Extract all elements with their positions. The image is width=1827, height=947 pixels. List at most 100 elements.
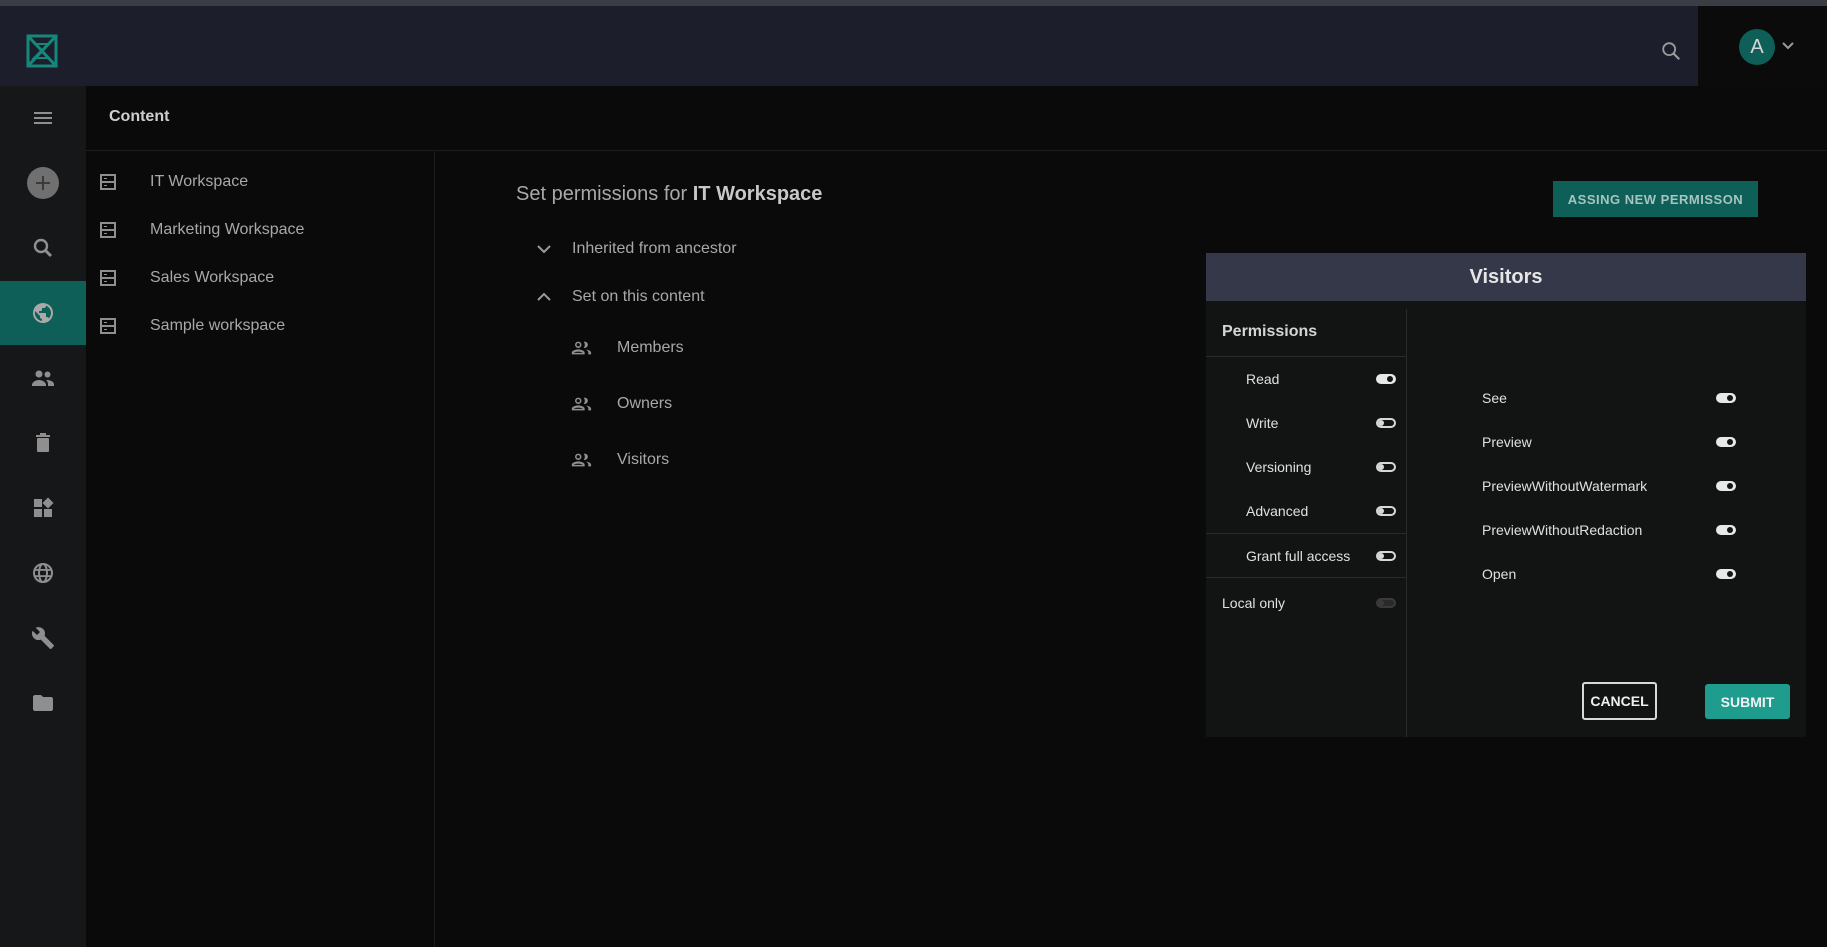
toggle-switch[interactable] (1716, 393, 1736, 403)
group-item-members[interactable]: Members (570, 335, 684, 361)
language-icon (33, 563, 53, 583)
sidebar-item-search[interactable] (0, 216, 86, 280)
dialog-column-divider (1406, 309, 1407, 737)
people-icon (32, 370, 54, 386)
option-label: Versioning (1246, 459, 1312, 475)
divider (1206, 356, 1406, 357)
wrench-icon (31, 627, 54, 649)
chevron-up-icon (537, 292, 551, 301)
workspace-label: Marketing Workspace (150, 221, 305, 238)
grant-full-access-option[interactable]: Grant full access (1246, 544, 1396, 568)
permission-option-read[interactable]: Read (1246, 367, 1396, 391)
option-label: PreviewWithoutRedaction (1482, 522, 1643, 538)
option-label: See (1482, 390, 1507, 406)
search-icon (33, 238, 53, 258)
set-on-section-toggle[interactable]: Set on this content (534, 285, 705, 309)
permission-option-advanced[interactable]: Advanced (1246, 499, 1396, 523)
submit-button[interactable]: SUBMIT (1705, 684, 1790, 719)
trash-icon (36, 433, 50, 452)
option-label: Preview (1482, 434, 1532, 450)
workspace-icon (100, 174, 116, 190)
sidebar-item-trash[interactable] (0, 411, 86, 475)
divider (1206, 577, 1406, 578)
option-label: PreviewWithoutWatermark (1482, 478, 1648, 494)
page-title-target: IT Workspace (692, 183, 823, 205)
folder-icon (33, 695, 53, 711)
group-item-visitors[interactable]: Visitors (570, 447, 669, 473)
cancel-button[interactable]: CANCEL (1582, 682, 1657, 720)
assign-new-permission-button[interactable]: ASSING NEW PERMISSON (1553, 181, 1758, 217)
option-label: Advanced (1246, 503, 1309, 519)
permission-option-see[interactable]: See (1482, 386, 1742, 410)
toggle-switch[interactable] (1376, 462, 1396, 472)
inherited-section-toggle[interactable]: Inherited from ancestor (534, 237, 737, 261)
permission-dialog: Visitors Permissions Read Write Versioni… (1206, 253, 1806, 737)
sidebar-item-files[interactable] (0, 671, 86, 735)
option-label: Open (1482, 566, 1517, 582)
workspace-label: Sample workspace (150, 317, 286, 334)
permission-option-open[interactable]: Open (1482, 562, 1742, 586)
toggle-switch[interactable] (1376, 551, 1396, 561)
group-label: Members (617, 339, 684, 356)
sidebar-item-setup[interactable] (0, 606, 86, 670)
workspace-icon (100, 222, 116, 238)
workspace-item[interactable]: Sample workspace (98, 311, 418, 341)
sidebar-item-localization[interactable] (0, 541, 86, 605)
header-divider (86, 150, 1827, 151)
inherited-label: Inherited from ancestor (572, 240, 737, 257)
group-item-owners[interactable]: Owners (570, 391, 672, 417)
workspace-item[interactable]: Sales Workspace (98, 263, 418, 293)
group-label: Owners (617, 395, 673, 412)
toggle-switch[interactable] (1376, 418, 1396, 428)
divider (1206, 533, 1406, 534)
page-title: Set permissions for IT Workspace (516, 183, 822, 206)
widgets-icon (34, 497, 54, 517)
sidebar-item-users[interactable] (0, 346, 86, 410)
logo-mark-icon[interactable] (26, 34, 58, 68)
group-icon (571, 453, 592, 467)
chevron-down-icon (537, 245, 551, 254)
toggle-switch[interactable] (1716, 525, 1736, 535)
group-icon (571, 397, 592, 411)
avatar[interactable]: A (1739, 29, 1775, 65)
workspace-icon (100, 318, 116, 334)
add-button[interactable] (27, 167, 59, 199)
globe-icon (33, 303, 53, 323)
permission-option-preview-without-redaction[interactable]: PreviewWithoutRedaction (1482, 518, 1742, 542)
option-label: Read (1246, 371, 1280, 387)
dialog-title: Visitors (1206, 253, 1806, 301)
sidebar-item-menu[interactable] (0, 86, 86, 150)
page-title-prefix: Set permissions for (516, 183, 693, 205)
toggle-switch[interactable] (1376, 506, 1396, 516)
permission-option-preview[interactable]: Preview (1482, 430, 1742, 454)
group-label: Visitors (617, 451, 670, 468)
workspace-label: Sales Workspace (150, 269, 275, 286)
search-icon[interactable] (1660, 40, 1682, 62)
option-label: Grant full access (1246, 548, 1351, 564)
toggle-switch[interactable] (1716, 437, 1736, 447)
breadcrumb[interactable]: Content (109, 108, 169, 126)
chevron-down-icon[interactable] (1780, 38, 1796, 54)
permission-option-write[interactable]: Write (1246, 411, 1396, 435)
permission-option-preview-without-watermark[interactable]: PreviewWithoutWatermark (1482, 474, 1742, 498)
workspace-item[interactable]: IT Workspace (98, 167, 418, 197)
group-icon (571, 341, 592, 355)
sidebar-item-add[interactable] (0, 151, 86, 215)
option-label: Write (1246, 415, 1279, 431)
toggle-switch[interactable] (1376, 374, 1396, 384)
sidebar (0, 86, 86, 947)
toggle-switch[interactable] (1716, 569, 1736, 579)
option-label: Local only (1222, 595, 1286, 611)
sidebar-item-apps[interactable] (0, 476, 86, 540)
workspace-item[interactable]: Marketing Workspace (98, 215, 418, 245)
workspace-icon (100, 270, 116, 286)
plus-icon (36, 176, 50, 190)
set-on-label: Set on this content (572, 288, 705, 305)
toggle-switch[interactable] (1716, 481, 1736, 491)
local-only-option: Local only (1222, 591, 1396, 615)
permissions-heading: Permissions (1222, 323, 1318, 340)
permission-option-versioning[interactable]: Versioning (1246, 455, 1396, 479)
toggle-switch-disabled (1376, 598, 1396, 608)
sidebar-item-content[interactable] (0, 281, 86, 345)
workspace-label: IT Workspace (150, 173, 249, 190)
